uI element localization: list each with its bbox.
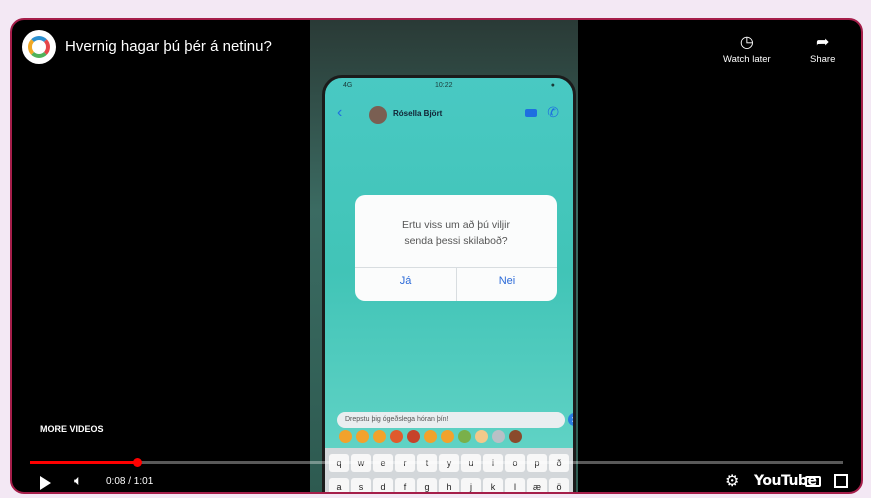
cast-icon[interactable] [805, 476, 821, 487]
emoji-icon [492, 430, 505, 443]
time-display: 0:08 / 1:01 [106, 476, 154, 487]
emoji-icon [458, 430, 471, 443]
phone-status-bar: 4G 10:22 ● [325, 82, 573, 96]
chat-header: ‹ Rósella Björt ✆ [325, 100, 573, 128]
dialog-yes-button: Já [399, 275, 412, 287]
emoji-icon [390, 430, 403, 443]
emoji-icon [441, 430, 454, 443]
share-arrow-icon: ➦ [815, 34, 830, 51]
emoji-icon [407, 430, 420, 443]
emoji-icon [339, 430, 352, 443]
video-player[interactable]: 4G 10:22 ● ‹ Rósella Björt ✆ Ertu viss u… [10, 18, 863, 494]
status-signal: 4G [343, 82, 353, 89]
contact-name: Rósella Björt [393, 109, 443, 118]
status-time: 10:22 [435, 82, 453, 89]
phone-screen: 4G 10:22 ● ‹ Rósella Björt ✆ Ertu viss u… [322, 75, 576, 492]
progress-played [30, 461, 137, 464]
clock-icon: ◷ [739, 34, 754, 51]
send-icon: ➤ [568, 413, 573, 426]
channel-logo[interactable] [22, 30, 56, 64]
video-call-icon [525, 109, 537, 117]
emoji-icon [424, 430, 437, 443]
confirm-dialog: Ertu viss um að þú viljir senda þessi sk… [355, 195, 557, 301]
progress-scrubber[interactable] [132, 458, 142, 467]
message-input: Drepstu þig ógeðslega hóran þín! [337, 412, 565, 428]
share-button[interactable]: ➦ Share [810, 32, 835, 65]
settings-gear-icon[interactable]: ⚙ [725, 471, 739, 491]
video-title[interactable]: Hvernig hagar þú þér á netinu? [65, 38, 272, 55]
watch-later-label: Watch later [723, 54, 771, 65]
contact-avatar [369, 106, 387, 124]
dialog-message: Ertu viss um að þú viljir senda þessi sk… [402, 219, 510, 247]
play-icon[interactable] [40, 476, 51, 490]
fullscreen-icon[interactable] [834, 474, 848, 488]
emoji-row [337, 430, 573, 444]
player-top-bar: Hvernig hagar þú þér á netinu? ◷ Watch l… [12, 20, 861, 80]
emoji-icon [356, 430, 369, 443]
watch-later-button[interactable]: ◷ Watch later [723, 32, 771, 65]
phone-call-icon: ✆ [547, 104, 559, 120]
emoji-icon [509, 430, 522, 443]
emoji-icon [475, 430, 488, 443]
back-arrow-icon: ‹ [337, 104, 343, 121]
emoji-icon [373, 430, 386, 443]
status-battery: ● [550, 82, 555, 89]
share-label: Share [810, 54, 836, 65]
dialog-no-button: Nei [498, 275, 516, 287]
more-videos-button[interactable]: MORE VIDEOS [40, 424, 104, 434]
volume-icon[interactable]: 🔈︎ [74, 472, 82, 489]
player-controls: 🔈︎ 0:08 / 1:01 ⚙ YouTube [12, 468, 861, 492]
progress-bar[interactable] [30, 458, 843, 467]
